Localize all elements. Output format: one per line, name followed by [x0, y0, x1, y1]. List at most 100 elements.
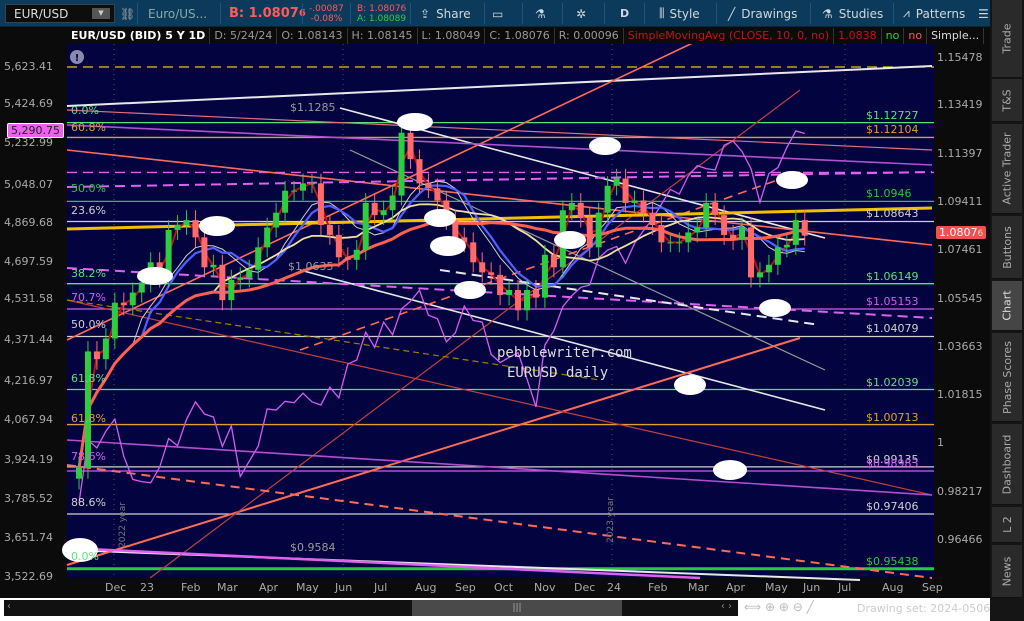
sidebar-tab-l-2[interactable]: L 2	[992, 507, 1022, 543]
candle-body	[416, 159, 423, 184]
header-high: H: 1.08145	[348, 28, 418, 44]
sidebar-tab-phase-scores[interactable]: Phase Scores	[992, 333, 1022, 422]
axis-tick-label: 1.15478	[937, 51, 983, 64]
candle-body	[138, 282, 145, 293]
axis-tick-label: 5,623.41	[4, 60, 53, 73]
candle-body	[497, 274, 504, 296]
axis-tick-label: 5,424.69	[4, 97, 53, 110]
price-chart[interactable]: !	[0, 0, 1024, 621]
candle-body	[792, 220, 799, 245]
level-label: $1.02039	[866, 375, 919, 389]
level-label: $0.98983	[866, 456, 919, 470]
candle-body	[129, 292, 136, 306]
right-sidebar: Trade T&S Active Trader Buttons Chart Phase S…	[990, 0, 1024, 621]
sidebar-tab-t-s[interactable]: T&S	[992, 79, 1022, 122]
candle-body	[120, 302, 127, 306]
candle-body	[362, 202, 369, 250]
candle-body	[577, 202, 584, 218]
axis-tick-label: 4,216.97	[4, 374, 53, 387]
marker-ellipse	[759, 299, 791, 317]
sidebar-tab-trade[interactable]: Trade	[992, 0, 1022, 78]
candle-body	[604, 185, 611, 213]
candle-body	[685, 232, 692, 243]
annotation-label: $1.1285	[290, 101, 336, 114]
scrollbar-thumb[interactable]: |||	[412, 600, 622, 616]
candle-body	[317, 183, 324, 226]
candle	[748, 217, 754, 288]
axis-tick-label: Aug	[415, 581, 437, 594]
candle-body	[721, 215, 728, 235]
axis-tick-label: Dec	[105, 581, 127, 594]
axis-tick-label: Sep	[455, 581, 476, 594]
candle-body	[712, 202, 719, 216]
sidebar-tab-label: Phase Scores	[1000, 340, 1014, 414]
candle-body	[694, 227, 701, 233]
sidebar-tab-news[interactable]: News	[992, 545, 1022, 598]
candle-body	[353, 249, 360, 260]
candle-body	[434, 188, 441, 201]
fib-label: 70.7%	[71, 291, 106, 304]
sidebar-tab-label: Trade	[1000, 23, 1014, 54]
study-2-name[interactable]: Simple...	[927, 28, 985, 44]
horizontal-scrollbar[interactable]: ‹ ‹ ›	[4, 600, 738, 616]
candle-body	[300, 183, 306, 191]
watermark-line-1: pebblewriter.com	[497, 345, 632, 361]
chart-title: EUR/USD (BID) 5 Y 1D	[67, 28, 211, 44]
axis-tick-label: Nov	[534, 581, 556, 594]
marker-ellipse	[776, 171, 808, 189]
candle-body	[344, 257, 351, 260]
candle-body	[183, 220, 190, 226]
candle-body	[425, 183, 432, 189]
fib-label: 60.8%	[71, 121, 106, 134]
marker-ellipse	[397, 113, 433, 131]
candle-body	[308, 183, 315, 185]
axis-tick-label: 1.03663	[937, 340, 983, 353]
sidebar-tab-buttons[interactable]: Buttons	[992, 216, 1022, 279]
study-name[interactable]: SimpleMovingAvg (CLOSE, 10, 0, no)	[624, 28, 835, 44]
sidebar-tab-label: Dashboard	[1000, 434, 1014, 494]
axis-tick-label: Apr	[726, 581, 746, 594]
fib-label: 0.0%	[71, 550, 99, 563]
marker-ellipse	[713, 460, 747, 480]
candle-body	[264, 227, 271, 248]
sidebar-tab-active-trader[interactable]: Active Trader	[992, 124, 1022, 214]
zoom-controls[interactable]: ⟺ ⊕ ⊕ ⊖ ╱	[744, 600, 814, 614]
candle-body	[111, 302, 118, 339]
axis-tick-label: 4,697.59	[4, 255, 53, 268]
axis-tick-label: 4,531.58	[4, 292, 53, 305]
level-label: $1.08643	[866, 207, 919, 221]
candle-body	[568, 202, 575, 211]
candle-body	[595, 212, 602, 248]
candle-body	[640, 200, 647, 213]
candle-body	[389, 195, 396, 211]
level-label: $1.05153	[866, 294, 919, 308]
study-flag-2: no	[904, 28, 928, 44]
header-low: L: 1.08049	[418, 28, 486, 44]
candle-body	[335, 234, 342, 258]
sidebar-tab-chart[interactable]: Chart	[992, 281, 1022, 331]
candle-body	[201, 237, 208, 268]
axis-tick-label: Feb	[181, 581, 201, 594]
marker-ellipse	[589, 137, 621, 155]
candle-body	[246, 269, 253, 278]
candle-body	[470, 242, 477, 263]
fib-label: 61.8%	[71, 412, 106, 425]
axis-tick-label: Mar	[688, 581, 709, 594]
axis-tick-label: 0.96466	[937, 533, 983, 546]
chart-header: EUR/USD (BID) 5 Y 1D D: 5/24/24 O: 1.081…	[67, 28, 990, 44]
candle-body	[613, 178, 620, 186]
candle-body	[658, 225, 665, 243]
candle-body	[532, 290, 539, 298]
drawing-set-label[interactable]: Drawing set: 2024-0506	[857, 602, 990, 615]
candle-body	[506, 290, 513, 296]
header-date: D: 5/24/24	[210, 28, 278, 44]
marker-ellipse	[454, 281, 486, 299]
level-label: $0.97406	[866, 500, 919, 514]
sidebar-tab-label: T&S	[1000, 88, 1014, 112]
candle-body	[174, 225, 181, 230]
marker-ellipse	[674, 375, 706, 395]
candle-body	[730, 234, 737, 240]
sidebar-tab-dashboard[interactable]: Dashboard	[992, 424, 1022, 505]
candle-body	[622, 178, 629, 203]
axis-tick-label: Jun	[803, 581, 821, 594]
